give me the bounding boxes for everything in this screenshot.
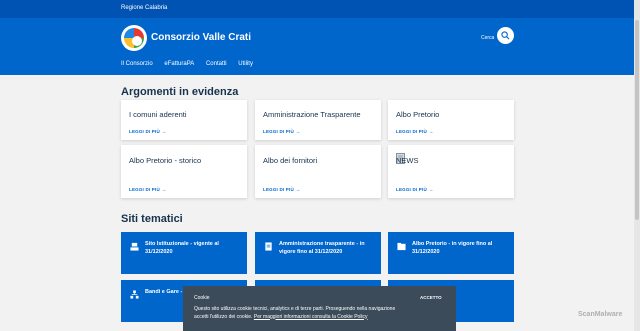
cookie-policy-link[interactable]: Per maggiori informazioni consulta la Co… (254, 314, 368, 320)
read-more-link[interactable]: LEGGI DI PIÙ → (263, 129, 301, 134)
card-title: Albo Pretorio (396, 110, 440, 119)
theme-card-title: Amministrazione trasparente - in vigore … (279, 241, 365, 255)
read-more-link[interactable]: LEGGI DI PIÙ → (129, 187, 167, 192)
card-albo-pretorio[interactable]: Albo Pretorio LEGGI DI PIÙ → (388, 100, 514, 140)
region-link[interactable]: Regione Calabria (121, 5, 167, 11)
main-nav: Il Consorzio eFatturaPA Contatti Utility (121, 61, 263, 67)
nav-item-utility[interactable]: Utility (238, 61, 253, 67)
card-amministrazione-trasparente[interactable]: Amministrazione Trasparente LEGGI DI PIÙ… (255, 100, 381, 140)
theme-card-title: Albo Pretorio - in vigore fino al 31/12/… (412, 241, 493, 255)
folder-icon (397, 242, 406, 251)
card-title: Amministrazione Trasparente (263, 110, 361, 119)
nav-item-contatti[interactable]: Contatti (206, 61, 227, 67)
highlights-title: Argomenti in evidenza (121, 86, 239, 98)
nav-item-consorzio[interactable]: Il Consorzio (121, 61, 153, 67)
card-comuni-aderenti[interactable]: I comuni aderenti LEGGI DI PIÙ → (121, 100, 247, 140)
theme-card-title: Sito Istituzionale - vigente al 31/12/20… (145, 241, 219, 255)
search-label: Cerca (481, 35, 495, 41)
read-more-link[interactable]: LEGGI DI PIÙ → (129, 129, 167, 134)
theme-card-sito-istituzionale[interactable]: Sito Istituzionale - vigente al 31/12/20… (121, 232, 247, 274)
scrollbar-thumb[interactable] (635, 20, 639, 220)
scrollbar[interactable] (634, 0, 640, 331)
arrow-right-icon: → (295, 187, 301, 192)
card-news[interactable]: NEWS LEGGI DI PIÙ → (388, 145, 514, 198)
org-chart-icon (130, 290, 139, 299)
header: Consorzio Valle Crati Cerca Il Consorzio… (0, 18, 640, 75)
cookie-text: Questo sito utilizza cookie tecnici, ana… (194, 306, 396, 320)
arrow-right-icon: → (161, 187, 167, 192)
search-icon (501, 31, 510, 40)
cookie-accept-button[interactable]: ACCETTO (420, 295, 442, 300)
theme-card-albo-pretorio[interactable]: Albo Pretorio - in vigore fino al 31/12/… (388, 232, 514, 274)
theme-card-amministrazione-trasparente[interactable]: Amministrazione trasparente - in vigore … (255, 232, 381, 274)
card-title: I comuni aderenti (129, 110, 187, 119)
read-more-link[interactable]: LEGGI DI PIÙ → (396, 129, 434, 134)
arrow-right-icon: → (428, 187, 434, 192)
top-bar: Regione Calabria (0, 0, 640, 18)
card-title: Albo Pretorio - storico (129, 156, 202, 165)
site-title[interactable]: Consorzio Valle Crati (151, 32, 251, 43)
document-icon (265, 242, 272, 251)
nav-item-efatturapa[interactable]: eFatturaPA (164, 61, 194, 67)
card-albo-pretorio-storico[interactable]: Albo Pretorio - storico LEGGI DI PIÙ → (121, 145, 247, 198)
arrow-right-icon: → (161, 129, 167, 134)
building-icon (130, 242, 139, 251)
logo-icon (124, 28, 144, 48)
cookie-banner: Cookie ACCETTO Questo sito utilizza cook… (183, 286, 456, 331)
search-button[interactable] (497, 27, 514, 44)
themes-title: Siti tematici (121, 213, 183, 225)
arrow-right-icon: → (295, 129, 301, 134)
card-title: NEWS (396, 156, 419, 165)
site-logo[interactable] (121, 25, 147, 51)
read-more-link[interactable]: LEGGI DI PIÙ → (263, 187, 301, 192)
read-more-link[interactable]: LEGGI DI PIÙ → (396, 187, 434, 192)
arrow-right-icon: → (428, 129, 434, 134)
card-albo-fornitori[interactable]: Albo dei fornitori LEGGI DI PIÙ → (255, 145, 381, 198)
watermark: ScanMalware (578, 311, 623, 318)
cookie-title: Cookie (194, 295, 210, 301)
card-title: Albo dei fornitori (263, 156, 318, 165)
